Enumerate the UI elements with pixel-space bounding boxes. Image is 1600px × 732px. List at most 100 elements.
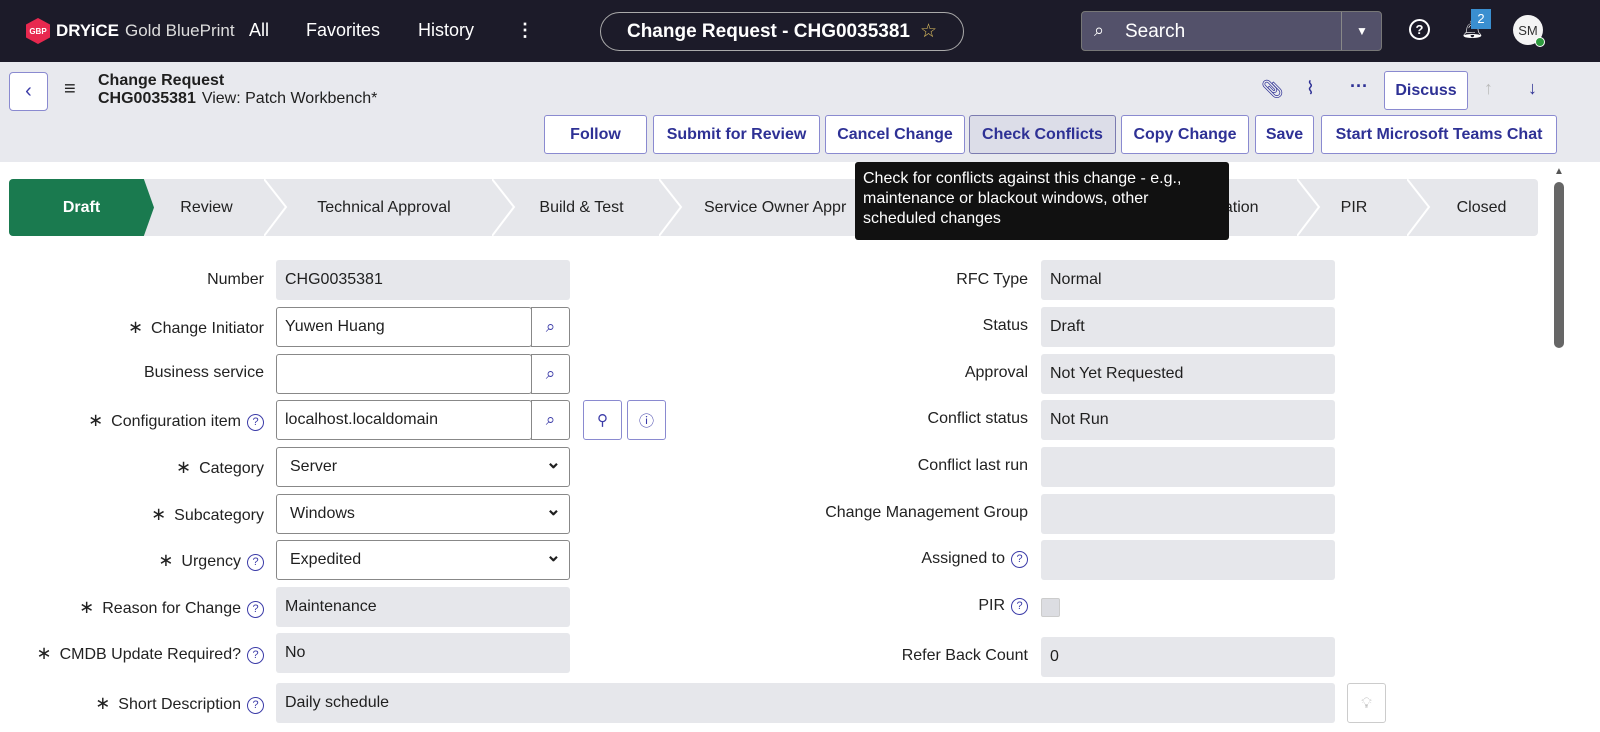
check-conflicts-button[interactable]: Check Conflicts [969, 115, 1116, 154]
required-icon: ∗ [88, 410, 104, 430]
label-text: Assigned to [921, 550, 1005, 567]
business-service-input[interactable] [276, 354, 532, 394]
change-management-group-field [1041, 494, 1335, 534]
help-icon[interactable]: ? [247, 697, 264, 714]
required-icon: ∗ [175, 457, 192, 477]
scroll-up-icon[interactable]: ▲ [1554, 166, 1564, 177]
initiator-lookup-icon[interactable]: ⌕ [531, 307, 570, 347]
help-icon[interactable]: ? [247, 554, 264, 571]
short-description-field: Daily schedule [276, 683, 1335, 723]
info-icon[interactable]: ⓘ [627, 400, 666, 440]
short-description-label: ∗ Short Description? [95, 693, 264, 714]
scrollbar[interactable]: ▲ [1550, 162, 1568, 732]
nav-all[interactable]: All [249, 20, 269, 41]
reason-label: ∗ Reason for Change? [79, 597, 264, 618]
configuration-item-label: ∗ Configuration item? [88, 410, 264, 431]
configuration-item-input[interactable]: localhost.localdomain [276, 400, 532, 440]
label-text: Reason for Change [102, 600, 241, 617]
conflict-status-label: Conflict status [927, 410, 1028, 427]
more-actions-icon[interactable]: ··· [1350, 76, 1368, 97]
change-management-group-label: Change Management Group [825, 504, 1028, 521]
next-record-icon[interactable]: ↓ [1528, 78, 1537, 99]
change-initiator-input[interactable]: Yuwen Huang [276, 307, 532, 347]
check-conflicts-tooltip: Check for conflicts against this change … [855, 162, 1229, 240]
star-icon[interactable]: ☆ [920, 20, 937, 43]
approval-label: Approval [964, 364, 1028, 381]
avatar-initials: SM [1518, 22, 1538, 38]
stage-separator [492, 179, 516, 236]
help-icon[interactable]: ? [247, 601, 264, 618]
rfc-type-field: Normal [1041, 260, 1335, 300]
subcategory-label: ∗ Subcategory [151, 504, 264, 525]
logo-product: Gold BluePrint [124, 21, 235, 40]
urgency-select[interactable]: Expedited [276, 540, 570, 580]
assigned-to-field [1041, 540, 1335, 580]
record-title-pill[interactable]: Change Request - CHG0035381 ☆ [600, 12, 964, 51]
required-icon: ∗ [158, 550, 174, 570]
submit-for-review-button[interactable]: Submit for Review [653, 115, 820, 154]
attachment-icon[interactable]: 📎︎ [1261, 79, 1284, 100]
subcategory-select[interactable]: Windows [276, 494, 570, 534]
previous-record-icon[interactable]: ↑ [1484, 78, 1493, 99]
global-search[interactable]: ⌕ Search ▼ [1081, 11, 1382, 51]
form-menu-icon[interactable]: ≡ [64, 78, 76, 101]
pir-label: PIR? [978, 597, 1028, 615]
record-title: Change Request - CHG0035381 [626, 20, 910, 42]
more-menu-icon[interactable]: ⋮ [516, 20, 534, 41]
stage-draft: Draft [9, 179, 154, 236]
stage-separator [264, 179, 288, 236]
stage-service-owner-approval: Service Owner Appr [704, 198, 847, 216]
business-service-lookup-icon[interactable]: ⌕ [531, 354, 570, 394]
lightbulb-icon[interactable]: 💡︎ [1347, 683, 1386, 723]
back-button[interactable]: ‹ [9, 72, 48, 111]
activity-icon[interactable]: ⌇ [1306, 78, 1315, 99]
stage-separator [1297, 179, 1321, 236]
help-icon[interactable]: ? [1011, 551, 1028, 568]
avatar[interactable]: SM [1513, 15, 1545, 47]
label-text: Category [199, 460, 264, 477]
rfc-type-label: RFC Type [956, 271, 1028, 288]
label-text: Change Initiator [151, 320, 264, 337]
process-flow: Draft Review Technical Approval Build & … [9, 179, 1538, 236]
category-select[interactable]: Server [276, 447, 570, 487]
stage-build-test: Build & Test [539, 198, 624, 216]
stage-separator [1407, 179, 1431, 236]
label-text: Urgency [181, 553, 241, 570]
ci-lookup-icon[interactable]: ⌕ [531, 400, 570, 440]
save-button[interactable]: Save [1255, 115, 1314, 154]
copy-change-button[interactable]: Copy Change [1121, 115, 1249, 154]
scrollbar-thumb[interactable] [1554, 182, 1564, 348]
search-input[interactable]: Search [1125, 21, 1185, 43]
assigned-to-label: Assigned to? [921, 550, 1028, 568]
status-label: Status [982, 317, 1028, 334]
help-icon[interactable]: ? [247, 414, 264, 431]
help-icon[interactable]: ? [1011, 598, 1028, 615]
help-icon[interactable]: ? [247, 647, 264, 664]
conflict-last-run-field [1041, 447, 1335, 487]
number-label: Number [207, 271, 264, 288]
required-icon: ∗ [95, 693, 111, 713]
change-initiator-label: ∗ Change Initiator [128, 317, 264, 338]
follow-button[interactable]: Follow [544, 115, 647, 154]
dependency-map-icon[interactable]: ⚲ [583, 400, 622, 440]
search-scope-dropdown[interactable]: ▼ [1341, 12, 1382, 50]
pir-checkbox[interactable] [1041, 598, 1060, 617]
discuss-button[interactable]: Discuss [1384, 71, 1468, 110]
status-field: Draft [1041, 307, 1335, 347]
view-name[interactable]: View: Patch Workbench* [202, 90, 378, 107]
reason-field: Maintenance [276, 587, 570, 627]
number-field: CHG0035381 [276, 260, 570, 300]
nav-favorites[interactable]: Favorites [306, 20, 380, 41]
logo[interactable]: GBP DRYiCE Gold BluePrint [26, 18, 235, 44]
cancel-change-button[interactable]: Cancel Change [825, 115, 965, 154]
cmdb-update-field: No [276, 633, 570, 673]
help-icon[interactable]: ? [1409, 19, 1430, 40]
top-navigation-bar: GBP DRYiCE Gold BluePrint All Favorites Hi… [0, 0, 1600, 62]
stage-separator [659, 179, 683, 236]
notification-badge: 2 [1471, 9, 1491, 29]
nav-history[interactable]: History [418, 20, 474, 41]
stage-review: Review [180, 198, 233, 216]
stage-technical-approval: Technical Approval [317, 198, 451, 216]
start-teams-chat-button[interactable]: Start Microsoft Teams Chat [1321, 115, 1557, 154]
record-number: CHG0035381 [98, 90, 196, 107]
